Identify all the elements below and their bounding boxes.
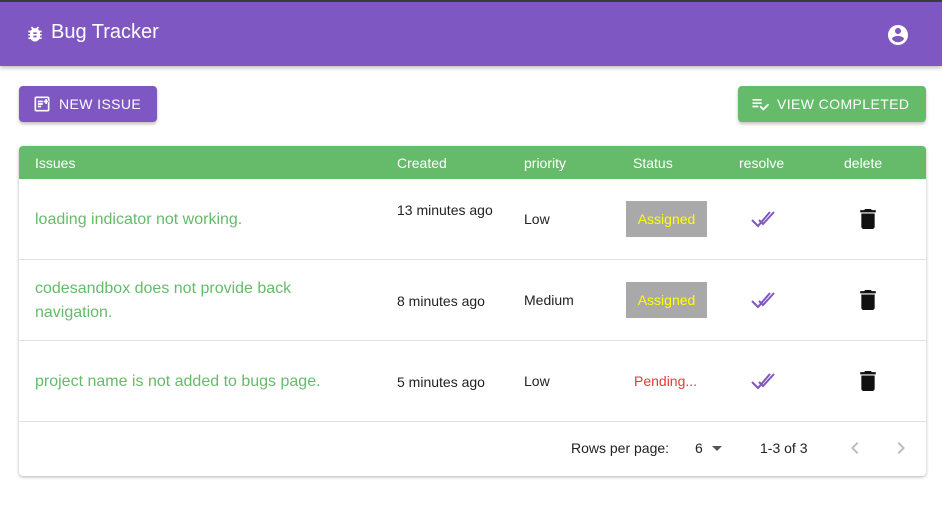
- created-time: 13 minutes ago: [397, 202, 493, 218]
- trash-icon[interactable]: [859, 290, 877, 310]
- rows-per-page-label: Rows per page:: [571, 440, 670, 456]
- pagination-range: 1-3 of 3: [760, 440, 808, 456]
- bug-icon: [28, 26, 42, 42]
- table-row: codesandbox does not provide back naviga…: [19, 260, 926, 341]
- app-bar: Bug Tracker: [0, 0, 942, 66]
- issues-table: Issues Created priority Status resolve d…: [19, 146, 926, 476]
- header-priority: priority: [524, 155, 567, 171]
- header-delete: delete: [844, 155, 883, 171]
- app-title: Bug Tracker: [51, 21, 159, 43]
- table-row: loading indicator not working. 13 minute…: [19, 179, 926, 260]
- table-row: project name is not added to bugs page. …: [19, 341, 926, 422]
- issue-link[interactable]: codesandbox does not provide back naviga…: [35, 277, 365, 325]
- double-check-icon[interactable]: [750, 207, 776, 231]
- account-circle-icon[interactable]: [886, 23, 910, 47]
- status-pending: Pending...: [634, 373, 698, 389]
- status-badge: Assigned: [626, 201, 707, 237]
- double-check-icon[interactable]: [750, 288, 776, 312]
- note-add-icon: [34, 96, 50, 112]
- new-issue-button[interactable]: NEW ISSUE: [19, 86, 157, 122]
- trash-icon[interactable]: [859, 371, 877, 391]
- view-completed-label: VIEW COMPLETED: [777, 96, 910, 112]
- created-time: 5 minutes ago: [397, 374, 485, 390]
- priority-value: Low: [524, 211, 550, 227]
- view-completed-button[interactable]: VIEW COMPLETED: [738, 86, 926, 122]
- trash-icon[interactable]: [859, 209, 877, 229]
- pagination: Rows per page: 6 1-3 of 3: [19, 423, 926, 476]
- chevron-right-icon[interactable]: [889, 436, 913, 460]
- double-check-icon[interactable]: [750, 369, 776, 393]
- header-resolve: resolve: [739, 155, 785, 171]
- issue-link[interactable]: project name is not added to bugs page.: [35, 370, 365, 394]
- playlist-check-icon: [752, 99, 770, 111]
- priority-value: Medium: [524, 292, 574, 308]
- table-header: Issues Created priority Status resolve d…: [19, 146, 926, 179]
- dropdown-arrow-icon: [711, 445, 722, 451]
- header-issues: Issues: [35, 155, 76, 171]
- rows-per-page-select[interactable]: 6: [695, 440, 722, 456]
- priority-value: Low: [524, 373, 550, 389]
- created-time: 8 minutes ago: [397, 293, 485, 309]
- new-issue-label: NEW ISSUE: [59, 96, 142, 112]
- rows-per-page-value: 6: [695, 440, 703, 456]
- header-status: Status: [633, 155, 673, 171]
- issue-link[interactable]: loading indicator not working.: [35, 208, 365, 232]
- chevron-left-icon[interactable]: [843, 436, 867, 460]
- header-created: Created: [397, 155, 447, 171]
- status-badge: Assigned: [626, 282, 707, 318]
